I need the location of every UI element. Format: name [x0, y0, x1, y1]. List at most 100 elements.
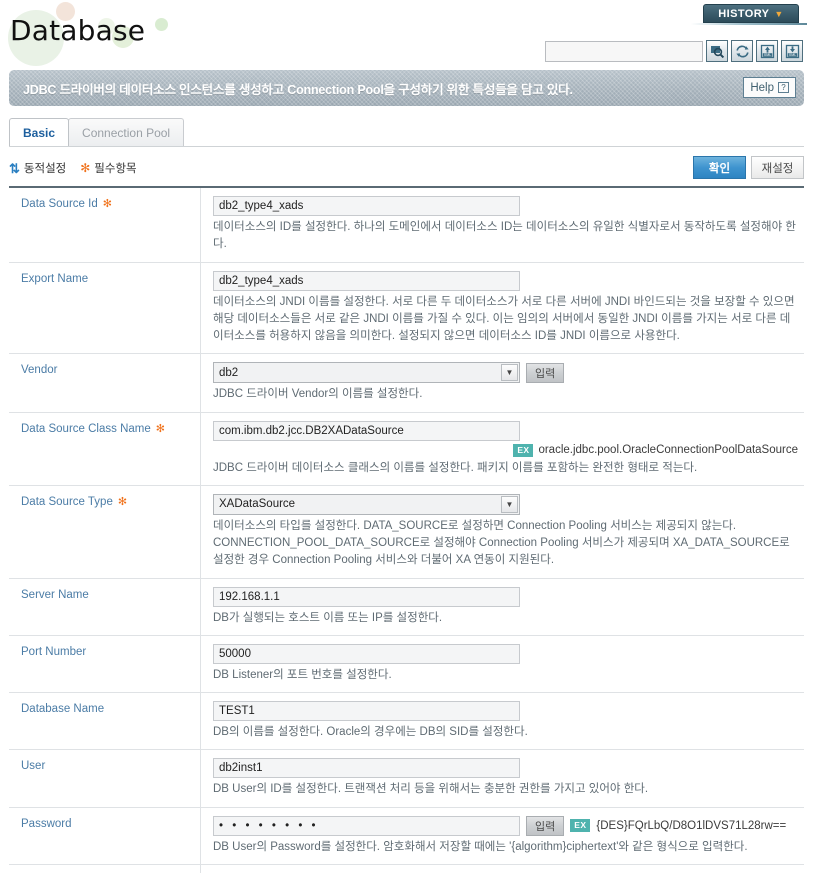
- server-name-input[interactable]: [213, 586, 520, 607]
- tab-basic-label: Basic: [23, 125, 56, 140]
- database-name-input[interactable]: [213, 701, 520, 722]
- help-label: Help: [750, 81, 774, 94]
- xml-export-icon[interactable]: XML: [781, 40, 803, 62]
- form-row: Database Name DB의 이름를 설정한다. Oracle의 경우에는…: [9, 693, 804, 751]
- user-input[interactable]: [213, 758, 520, 779]
- field-description: JDBC 드라이버 데이터소스 클래스의 이름를 설정한다. 패키지 이름를 포…: [213, 461, 698, 474]
- port-number-input[interactable]: [213, 643, 520, 664]
- field-label: Database Name: [9, 693, 201, 750]
- data-source-class-name-input[interactable]: [213, 420, 520, 441]
- page-header: Database HISTORY ▼ XML XML: [0, 0, 813, 68]
- password-input[interactable]: [213, 815, 520, 836]
- field-label-text: Server Name: [21, 588, 89, 601]
- tab-basic[interactable]: Basic: [9, 118, 70, 146]
- search-toolbar: XML XML: [545, 40, 803, 62]
- field-control: DB Listener의 포트 번호를 설정한다.: [201, 636, 804, 692]
- history-button[interactable]: HISTORY ▼: [703, 4, 799, 23]
- search-input[interactable]: [545, 40, 703, 62]
- legend-dynamic-label: 동적설정: [23, 163, 67, 175]
- form-row: Support Xa Emulation [default: false] Co…: [9, 864, 804, 873]
- xml-import-icon[interactable]: XML: [756, 40, 778, 62]
- export-name-input[interactable]: [213, 270, 520, 291]
- field-label: Data Source Type ✻: [9, 485, 201, 578]
- field-label: Vendor: [9, 354, 201, 412]
- legend: ⇅ 동적설정 ✻ 필수항목: [9, 155, 804, 176]
- legend-required-label: 필수항목: [94, 163, 137, 175]
- legend-and-actions-row: ⇅ 동적설정 ✻ 필수항목 확인 재설정: [9, 155, 804, 185]
- field-control: db2 ▼ 입력 JDBC 드라이버 Vendor의 이름를 설정한다.: [201, 354, 804, 411]
- field-control: [default: false] Connection Pool 데이터소스 타…: [201, 865, 804, 873]
- field-label-text: Password: [21, 817, 72, 830]
- vendor-input-button[interactable]: 입력: [526, 362, 565, 383]
- info-banner: JDBC 드라이버의 데이터소스 인스턴스를 생성하고 Connection P…: [9, 70, 804, 106]
- example-hint: EX oracle.jdbc.pool.OracleConnectionPool…: [213, 443, 798, 457]
- field-label-text: Data Source Id: [21, 198, 98, 210]
- legend-required: ✻ 필수항목: [80, 160, 136, 176]
- example-text: {DES}FQrLbQ/D8O1lDVS71L28rw==: [596, 819, 787, 832]
- field-description: JDBC 드라이버 Vendor의 이름를 설정한다.: [213, 388, 423, 401]
- question-mark-icon: ?: [778, 82, 789, 93]
- database-config-page: Database HISTORY ▼ XML XML JDBC 드라이버의 데이…: [0, 0, 813, 873]
- tab-connection-pool-label: Connection Pool: [82, 125, 171, 140]
- field-control: EX oracle.jdbc.pool.OracleConnectionPool…: [201, 413, 804, 485]
- refresh-arrows-icon: ⇅: [9, 160, 20, 176]
- tab-connection-pool[interactable]: Connection Pool: [68, 118, 185, 146]
- form-row: Data Source Id ✻ 데이터소스의 ID를 설정한다. 하나의 도메…: [9, 188, 804, 263]
- page-title: Database: [10, 14, 146, 47]
- form-row: Export Name 데이터소스의 JNDI 이름를 설정한다. 서로 다른 …: [9, 262, 804, 355]
- example-badge: EX: [513, 443, 534, 457]
- field-description: 데이터소스의 타입를 설정한다. DATA_SOURCE로 설정하면 Conne…: [213, 519, 790, 567]
- form-actions: 확인 재설정: [693, 156, 804, 179]
- field-control: 입력 EX {DES}FQrLbQ/D8O1lDVS71L28rw== DB U…: [201, 808, 804, 864]
- form-row: Port Number DB Listener의 포트 번호를 설정한다.: [9, 635, 804, 694]
- data-source-type-select[interactable]: XADataSource ▼: [213, 493, 520, 515]
- field-control: 데이터소스의 JNDI 이름를 설정한다. 서로 다른 두 데이터소스가 서로 …: [201, 263, 804, 354]
- field-control: DB User의 ID를 설정한다. 트랜잭션 처리 등을 위해서는 충분한 권…: [201, 750, 804, 806]
- form-row: User DB User의 ID를 설정한다. 트랜잭션 처리 등을 위해서는 …: [9, 750, 804, 808]
- chevron-down-icon: ▼: [501, 364, 518, 382]
- reset-button[interactable]: 재설정: [751, 156, 804, 179]
- form-row: Server Name DB가 실행되는 호스트 이름 또는 IP를 설정한다.: [9, 578, 804, 636]
- field-label: Server Name: [9, 578, 201, 635]
- form-row: Password 입력 EX {DES}FQrLbQ/D8O1lDVS71L28…: [9, 807, 804, 865]
- data-source-id-input[interactable]: [213, 196, 520, 216]
- form-row: Data Source Class Name ✻ EX oracle.jdbc.…: [9, 412, 804, 486]
- field-label-text: Vendor: [21, 364, 58, 377]
- field-control: DB의 이름를 설정한다. Oracle의 경우에는 DB의 SID를 설정한다…: [201, 693, 804, 749]
- field-description: DB User의 ID를 설정한다. 트랜잭션 처리 등을 위해서는 충분한 권…: [213, 783, 649, 796]
- search-icon[interactable]: [706, 40, 728, 62]
- confirm-button[interactable]: 확인: [693, 156, 746, 179]
- chevron-down-icon: ▼: [774, 8, 784, 19]
- field-label-text: User: [21, 760, 46, 773]
- settings-form: Data Source Id ✻ 데이터소스의 ID를 설정한다. 하나의 도메…: [9, 186, 804, 873]
- required-asterisk-icon: ✻: [117, 495, 128, 508]
- svg-text:XML: XML: [763, 53, 770, 57]
- field-label: Data Source Class Name ✻: [9, 412, 201, 485]
- field-description: DB User의 Password를 설정한다. 암호화해서 저장할 때에는 '…: [213, 840, 748, 853]
- form-row: Vendor db2 ▼ 입력 JDBC 드라이버 Vendor의 이름를 설정…: [9, 354, 804, 413]
- required-asterisk-icon: ✻: [102, 198, 112, 210]
- field-control: XADataSource ▼ 데이터소스의 타입를 설정한다. DATA_SOU…: [201, 486, 804, 578]
- chevron-down-icon: ▼: [501, 495, 518, 513]
- field-description: DB Listener의 포트 번호를 설정한다.: [213, 668, 392, 681]
- field-label: Export Name: [9, 262, 201, 354]
- field-label: Password: [9, 807, 201, 864]
- password-input-button[interactable]: 입력: [526, 815, 565, 836]
- refresh-icon[interactable]: [731, 40, 753, 62]
- field-label: Support Xa Emulation: [9, 864, 201, 873]
- vendor-select-value: db2: [219, 366, 239, 379]
- vendor-select[interactable]: db2 ▼: [213, 362, 520, 384]
- info-banner-text: JDBC 드라이버의 데이터소스 인스턴스를 생성하고 Connection P…: [23, 82, 573, 97]
- tab-bar: Basic Connection Pool: [9, 118, 185, 146]
- field-label-text: Port Number: [21, 645, 87, 658]
- help-button[interactable]: Help ?: [743, 77, 796, 98]
- svg-text:XML: XML: [788, 53, 795, 57]
- field-description: 데이터소스의 ID를 설정한다. 하나의 도메인에서 데이터소스 ID는 데이터…: [213, 221, 796, 251]
- required-asterisk-icon: ✻: [155, 422, 165, 435]
- data-source-type-value: XADataSource: [219, 498, 296, 511]
- legend-dynamic: ⇅ 동적설정: [9, 160, 66, 176]
- history-underline: [691, 23, 807, 25]
- field-description: DB가 실행되는 호스트 이름 또는 IP를 설정한다.: [213, 611, 443, 624]
- field-label-text: Data Source Class Name: [21, 422, 151, 435]
- field-description: 데이터소스의 JNDI 이름를 설정한다. 서로 다른 두 데이터소스가 서로 …: [213, 295, 795, 343]
